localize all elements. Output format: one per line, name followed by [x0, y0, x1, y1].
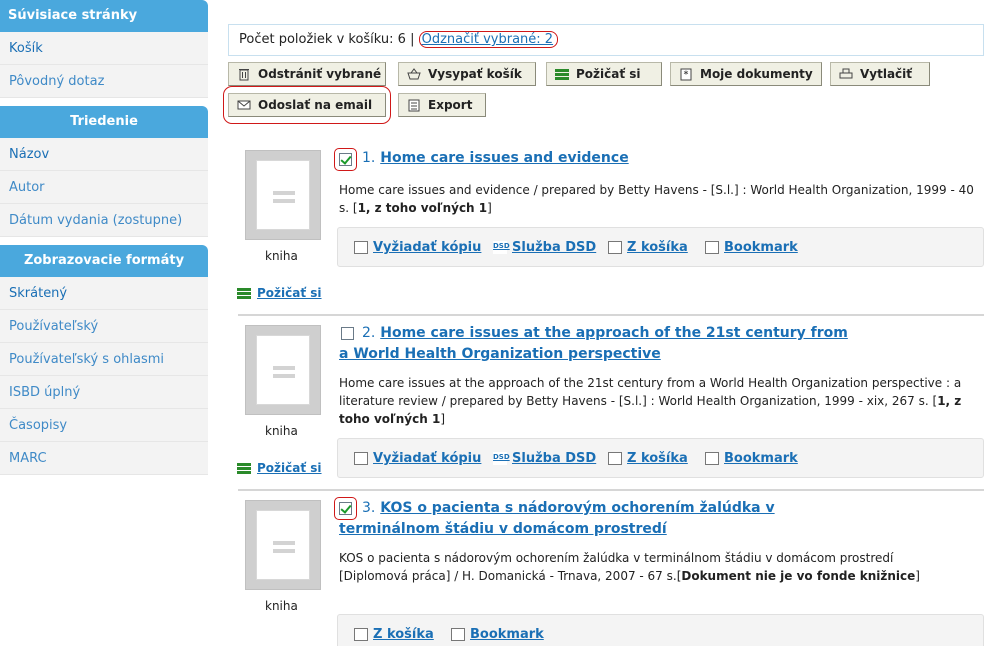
formats-header: Zobrazovacie formáty — [0, 245, 208, 277]
borrow-link[interactable]: Požičať si — [237, 286, 322, 300]
sidebar-item-format-isbd[interactable]: ISBD úplný — [0, 376, 208, 409]
sidebar-item-sort-date[interactable]: Dátum vydania (zostupne) — [0, 204, 208, 237]
remove-selected-button[interactable]: Odstrániť vybrané — [228, 62, 386, 86]
request-copy-link[interactable]: Vyžiadať kópiu — [354, 451, 481, 466]
dsd-icon: DSD — [493, 241, 510, 254]
sidebar-item-sort-title[interactable]: Názov — [0, 138, 208, 171]
basket-icon — [354, 628, 368, 641]
record-checkbox[interactable] — [339, 153, 352, 166]
list-icon — [237, 287, 251, 300]
book-cover-thumbnail — [245, 325, 321, 415]
sidebar-item-cart[interactable]: Košík — [0, 32, 208, 65]
record-title[interactable]: 3. KOS o pacienta s nádorovým ochorením … — [339, 498, 879, 540]
bookmark-link[interactable]: Bookmark — [705, 451, 798, 466]
sidebar-item-format-short[interactable]: Skrátený — [0, 277, 208, 310]
record-description: Home care issues at the approach of the … — [339, 376, 962, 426]
remove-from-cart-link[interactable]: Z košíka — [608, 451, 688, 466]
dsd-icon: DSD — [493, 452, 510, 465]
record-type: kniha — [265, 249, 298, 263]
bookmark-icon — [705, 452, 719, 465]
my-documents-button[interactable]: * Moje dokumenty — [670, 62, 822, 86]
record-type: kniha — [265, 424, 298, 438]
printer-icon — [839, 67, 853, 81]
deselect-selected-link[interactable]: Odznačiť vybrané: 2 — [418, 31, 559, 48]
sidebar-item-format-user-citations[interactable]: Používateľský s ohlasmi — [0, 343, 208, 376]
empty-cart-button[interactable]: Vysypať košík — [398, 62, 536, 86]
record-title[interactable]: 1. Home care issues and evidence — [362, 148, 962, 169]
record-description: KOS o pacienta s nádorovým ochorením žal… — [339, 551, 920, 583]
related-pages-header: Súvisiace stránky — [0, 0, 208, 32]
list-icon — [555, 68, 569, 81]
book-cover-thumbnail — [245, 500, 321, 590]
basket-icon — [608, 241, 622, 254]
record-title[interactable]: 2. Home care issues at the approach of t… — [339, 323, 859, 365]
record-actions: Vyžiadať kópiu DSD Služba DSD Z košíka Bo… — [337, 227, 984, 267]
book-cover-thumbnail — [245, 150, 321, 240]
dsd-service-link[interactable]: DSD Služba DSD — [493, 240, 596, 255]
sidebar-item-format-marc[interactable]: MARC — [0, 442, 208, 475]
record-divider — [238, 489, 984, 491]
borrow-link[interactable]: Požičať si — [237, 461, 322, 475]
dsd-service-link[interactable]: DSD Služba DSD — [493, 451, 596, 466]
copy-icon — [354, 241, 368, 254]
cart-count-label: Počet položiek v košíku: 6 | — [239, 32, 415, 47]
sorting-header: Triedenie — [0, 106, 208, 138]
sidebar-item-original-query[interactable]: Pôvodný dotaz — [0, 65, 208, 98]
document-star-icon: * — [679, 67, 693, 81]
borrow-button[interactable]: Požičať si — [546, 62, 662, 86]
trash-icon — [237, 67, 251, 81]
sidebar: Súvisiace stránky Košík Pôvodný dotaz Tr… — [0, 0, 208, 475]
record-actions: Vyžiadať kópiu DSD Služba DSD Z košíka Bo… — [337, 438, 984, 478]
record-divider — [238, 314, 984, 316]
copy-icon — [354, 452, 368, 465]
bookmark-icon — [451, 628, 465, 641]
request-copy-link[interactable]: Vyžiadať kópiu — [354, 240, 481, 255]
basket-icon — [407, 67, 421, 81]
sidebar-item-format-user[interactable]: Používateľský — [0, 310, 208, 343]
export-button[interactable]: Export — [398, 93, 486, 117]
record-description: Home care issues and evidence / prepared… — [339, 183, 974, 215]
record-actions: Z košíka Bookmark — [337, 614, 984, 646]
record-type: kniha — [265, 599, 298, 613]
cart-count-box: Počet položiek v košíku: 6 | Odznačiť vy… — [228, 24, 984, 56]
remove-from-cart-link[interactable]: Z košíka — [354, 627, 434, 642]
export-icon — [407, 98, 421, 112]
email-highlight-ring — [223, 86, 391, 124]
bookmark-link[interactable]: Bookmark — [451, 627, 544, 642]
basket-icon — [608, 452, 622, 465]
remove-from-cart-link[interactable]: Z košíka — [608, 240, 688, 255]
sidebar-item-format-journals[interactable]: Časopisy — [0, 409, 208, 442]
bookmark-link[interactable]: Bookmark — [705, 240, 798, 255]
list-icon — [237, 462, 251, 475]
sidebar-item-sort-author[interactable]: Autor — [0, 171, 208, 204]
bookmark-icon — [705, 241, 719, 254]
print-button[interactable]: Vytlačiť — [830, 62, 930, 86]
svg-text:*: * — [684, 70, 689, 80]
